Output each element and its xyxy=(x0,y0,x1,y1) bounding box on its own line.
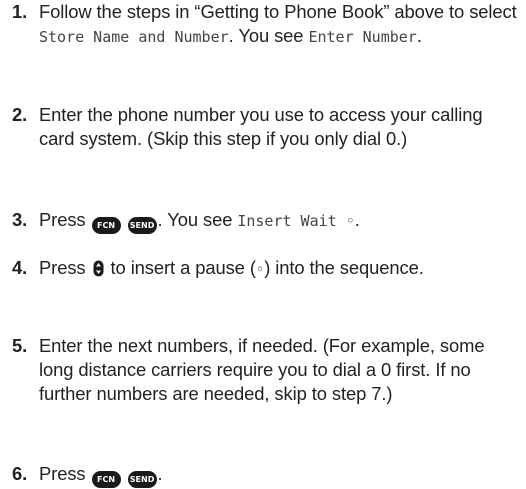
step-text-part: . You see xyxy=(157,209,238,230)
step-text: Enter the phone number you use to access… xyxy=(39,104,483,149)
step-number: 1. xyxy=(12,1,28,22)
step-3: 3. Press FCN SEND. You see Insert Wait ◦… xyxy=(12,208,520,234)
step-text-part: Press xyxy=(39,257,91,278)
step-2: 2. Enter the phone number you use to acc… xyxy=(12,103,520,151)
step-text-part: Follow the steps in “Getting to Phone Bo… xyxy=(39,1,517,22)
step-text: Press to insert a pause (◦) into the seq… xyxy=(39,256,520,283)
step-text: Press FCN SEND. You see Insert Wait ◦. xyxy=(39,208,520,234)
step-text-part: ) into the sequence. xyxy=(264,257,424,278)
instructions-page: 1. Follow the steps in “Getting to Phone… xyxy=(0,0,526,489)
step-number: 6. xyxy=(12,463,28,484)
step-5: 5. Enter the next numbers, if needed. (F… xyxy=(12,334,520,406)
up-down-navigation-icon xyxy=(93,259,104,283)
display-text-store-name-and-number: Store Name and Number xyxy=(39,28,229,46)
step-text: Enter the next numbers, if needed. (For … xyxy=(39,335,485,404)
step-4: 4. Press to insert a pause (◦) into the … xyxy=(12,256,520,283)
step-text-part: . xyxy=(157,463,163,484)
step-6: 6. Press FCN SEND. xyxy=(12,462,520,488)
step-text-part: Press xyxy=(39,463,91,484)
fcn-key-icon: FCN xyxy=(91,217,121,234)
step-number: 5. xyxy=(12,335,28,356)
display-text-insert-wait: Insert Wait ◦ xyxy=(237,212,355,230)
step-text-part: to insert a pause ( xyxy=(105,257,256,278)
step-1: 1. Follow the steps in “Getting to Phone… xyxy=(12,0,520,49)
pause-symbol: ◦ xyxy=(255,262,265,278)
display-text-enter-number: Enter Number xyxy=(308,28,417,46)
step-text-part: . xyxy=(416,25,422,46)
step-text: Press FCN SEND. xyxy=(39,462,520,488)
step-text-part: Press xyxy=(39,209,91,230)
step-text-part: . xyxy=(354,209,360,230)
send-key-icon: SEND xyxy=(127,217,157,234)
send-key-icon: SEND xyxy=(127,471,157,488)
step-number: 4. xyxy=(12,257,28,278)
step-text: Follow the steps in “Getting to Phone Bo… xyxy=(39,0,520,49)
step-number: 2. xyxy=(12,104,28,125)
step-text-part: . You see xyxy=(228,25,309,46)
fcn-key-icon: FCN xyxy=(91,471,121,488)
step-number: 3. xyxy=(12,209,28,230)
